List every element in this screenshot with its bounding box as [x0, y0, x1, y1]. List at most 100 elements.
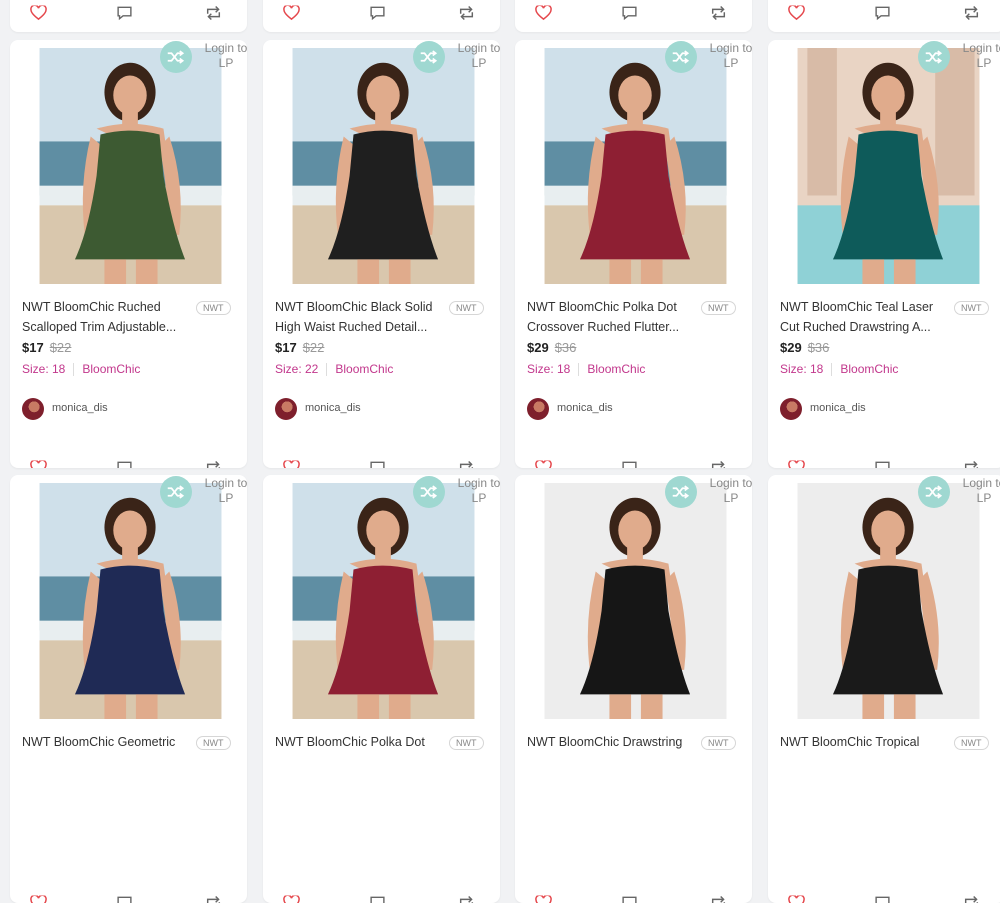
repost-icon[interactable] [962, 460, 981, 468]
seller-username[interactable]: monica_dis [810, 402, 866, 414]
brand-link[interactable]: BloomChic [335, 362, 393, 376]
heart-icon[interactable] [788, 6, 805, 21]
listing-meta: Size: 22 BloomChic [275, 362, 393, 376]
repost-icon[interactable] [709, 895, 728, 903]
nwt-badge: NWT [449, 301, 484, 315]
listing-image[interactable]: Login toLP [10, 475, 247, 720]
brand-link[interactable]: BloomChic [840, 362, 898, 376]
listing-title[interactable]: NWT BloomChic Ruched Scalloped Trim Adju… [22, 298, 198, 337]
listing-image[interactable]: Login toLP [515, 40, 752, 285]
login-to-lp-button[interactable]: Login toLP [918, 475, 1000, 513]
product-photo [291, 48, 476, 284]
nwt-badge: NWT [196, 736, 231, 750]
listing-card-2[interactable]: Login toLP NWT BloomChic Black Solid Hig… [263, 40, 500, 468]
repost-icon[interactable] [204, 5, 223, 21]
listing-title[interactable]: NWT BloomChic Teal Laser Cut Ruched Draw… [780, 298, 956, 337]
heart-icon[interactable] [283, 896, 300, 903]
seller-username[interactable]: monica_dis [305, 402, 361, 414]
comment-icon[interactable] [874, 895, 891, 903]
comment-icon[interactable] [874, 5, 891, 21]
brand-link[interactable]: BloomChic [587, 362, 645, 376]
listing-card-8[interactable]: Login toLP NWT BloomChic Tropical NWT [768, 475, 1000, 903]
comment-icon[interactable] [874, 460, 891, 468]
action-bar [768, 883, 1000, 903]
listing-card-top-2 [263, 0, 500, 32]
comment-icon[interactable] [621, 460, 638, 468]
login-label-line1: Login to [205, 41, 247, 55]
current-price: $29 [780, 340, 802, 355]
repost-icon[interactable] [457, 460, 476, 468]
listing-card-3[interactable]: Login toLP NWT BloomChic Polka Dot Cross… [515, 40, 752, 468]
listing-image[interactable]: Login toLP [263, 475, 500, 720]
avatar[interactable] [22, 398, 44, 420]
comment-icon[interactable] [369, 895, 386, 903]
avatar[interactable] [275, 398, 297, 420]
listing-card-top-4 [768, 0, 1000, 32]
listing-card-1[interactable]: Login toLP NWT BloomChic Ruched Scallope… [10, 40, 247, 468]
repost-icon[interactable] [709, 460, 728, 468]
listing-card-7[interactable]: Login toLP NWT BloomChic Drawstring NWT [515, 475, 752, 903]
listing-image[interactable]: Login toLP [263, 40, 500, 285]
heart-icon[interactable] [283, 6, 300, 21]
repost-icon[interactable] [709, 5, 728, 21]
login-to-lp-button[interactable]: Login toLP [413, 40, 500, 78]
repost-icon[interactable] [457, 5, 476, 21]
avatar[interactable] [527, 398, 549, 420]
repost-icon[interactable] [457, 895, 476, 903]
login-to-lp-button[interactable]: Login toLP [413, 475, 500, 513]
login-to-lp-button[interactable]: Login toLP [665, 475, 752, 513]
listing-image[interactable]: Login toLP [10, 40, 247, 285]
login-to-lp-button[interactable]: Login toLP [160, 475, 247, 513]
login-label-line1: Login to [458, 41, 500, 55]
login-label-line1: Login to [710, 476, 752, 490]
heart-icon[interactable] [30, 6, 47, 21]
login-to-lp-button[interactable]: Login toLP [160, 40, 247, 78]
listing-image[interactable]: Login toLP [768, 475, 1000, 720]
repost-icon[interactable] [962, 5, 981, 21]
original-price: $22 [303, 340, 325, 355]
heart-icon[interactable] [30, 896, 47, 903]
heart-icon[interactable] [283, 461, 300, 469]
size-label[interactable]: Size: 22 [275, 362, 318, 376]
listing-card-top-1 [10, 0, 247, 32]
product-photo [38, 48, 223, 284]
size-label[interactable]: Size: 18 [780, 362, 823, 376]
listing-image[interactable]: Login toLP [515, 475, 752, 720]
size-label[interactable]: Size: 18 [527, 362, 570, 376]
seller-username[interactable]: monica_dis [52, 402, 108, 414]
repost-icon[interactable] [204, 895, 223, 903]
comment-icon[interactable] [116, 5, 133, 21]
repost-icon[interactable] [962, 895, 981, 903]
heart-icon[interactable] [535, 896, 552, 903]
comment-icon[interactable] [116, 460, 133, 468]
comment-icon[interactable] [369, 460, 386, 468]
action-bar [768, 448, 1000, 468]
comment-icon[interactable] [621, 5, 638, 21]
comment-icon[interactable] [621, 895, 638, 903]
repost-icon[interactable] [204, 460, 223, 468]
listing-card-6[interactable]: Login toLP NWT BloomChic Polka Dot NWT [263, 475, 500, 903]
listing-card-4[interactable]: Login toLP NWT BloomChic Teal Laser Cut … [768, 40, 1000, 468]
heart-icon[interactable] [535, 6, 552, 21]
listing-title[interactable]: NWT BloomChic Polka Dot Crossover Ruched… [527, 298, 703, 337]
size-label[interactable]: Size: 18 [22, 362, 65, 376]
listing-card-5[interactable]: Login toLP NWT BloomChic Geometric NWT [10, 475, 247, 903]
comment-icon[interactable] [369, 5, 386, 21]
comment-icon[interactable] [116, 895, 133, 903]
seller-username[interactable]: monica_dis [557, 402, 613, 414]
login-to-lp-label: Login toLP [449, 476, 500, 506]
heart-icon[interactable] [788, 461, 805, 469]
heart-icon[interactable] [30, 461, 47, 469]
login-to-lp-button[interactable]: Login toLP [665, 40, 752, 78]
login-to-lp-label: Login toLP [954, 41, 1000, 71]
listing-image[interactable]: Login toLP [768, 40, 1000, 285]
login-to-lp-button[interactable]: Login toLP [918, 40, 1000, 78]
avatar[interactable] [780, 398, 802, 420]
brand-link[interactable]: BloomChic [82, 362, 140, 376]
product-photo [38, 483, 223, 719]
heart-icon[interactable] [788, 896, 805, 903]
listing-title-line1: NWT BloomChic Polka Dot [527, 298, 703, 318]
listing-title[interactable]: NWT BloomChic Black Solid High Waist Ruc… [275, 298, 451, 337]
heart-icon[interactable] [535, 461, 552, 469]
shuffle-icon [665, 41, 697, 73]
